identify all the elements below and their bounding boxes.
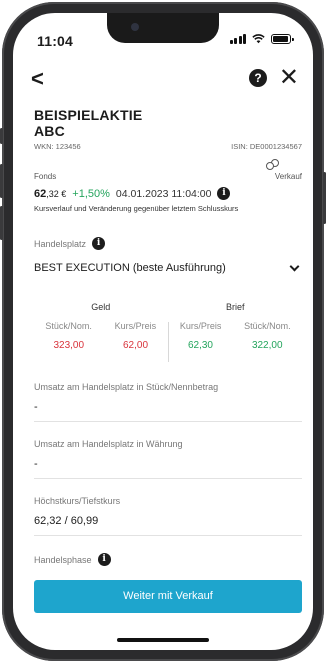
order-action-label: Verkauf [274, 172, 302, 181]
ask-price-header: Kurs/Preis [179, 321, 222, 331]
volume-units-field: Umsatz am Handelsplatz in Stück/Nennbetr… [34, 382, 302, 422]
volume-currency-field: Umsatz am Handelsplatz in Währung - [34, 439, 302, 479]
high-low-value: 62,32 / 60,99 [34, 515, 99, 527]
bid-qty: 323,00 [53, 340, 85, 351]
instrument-type: Fonds [34, 172, 57, 181]
volume-currency-label: Umsatz am Handelsplatz in Währung [34, 439, 183, 449]
bid-values: 323,00 62,00 [34, 340, 168, 351]
identifier-row: WKN: 123456 ISIN: DE0001234567 [34, 142, 302, 151]
ask-title: Brief [225, 302, 245, 312]
nav-bar: < ? ✕ [13, 65, 313, 95]
venue-info-icon[interactable]: i [92, 237, 106, 250]
instrument-name-line2: ABC [34, 123, 65, 139]
current-price: 62,32 € [34, 187, 67, 200]
volume-units-label: Umsatz am Handelsplatz in Stück/Nennbetr… [34, 382, 219, 392]
instrument-name: BEISPIELAKTIE ABC [34, 107, 302, 139]
wifi-icon [252, 34, 265, 44]
system-icons [229, 34, 294, 44]
venue-select[interactable]: BEST EXECUTION (beste Ausführung) [34, 261, 302, 280]
volume-currency-value: - [34, 458, 38, 470]
back-button[interactable]: < [31, 67, 44, 91]
continue-sell-button[interactable]: Weiter mit Verkauf [34, 580, 302, 613]
price-change: +1,50% [72, 187, 110, 200]
home-indicator[interactable] [117, 638, 209, 642]
ask-price: 62,30 [187, 340, 213, 351]
bid-price: 62,00 [123, 340, 149, 351]
ask-subheaders: Kurs/Preis Stück/Nom. [169, 321, 303, 331]
isin-label: ISIN: DE0001234567 [231, 142, 302, 151]
type-row: Fonds Verkauf [34, 159, 302, 181]
venue-header: Handelsplatz i [34, 237, 302, 250]
venue-selected-value: BEST EXECUTION (beste Ausführung) [34, 262, 226, 274]
price-row: 62,32 € +1,50% 04.01.2023 11:04:00 i [34, 187, 302, 200]
phone-frame: 11:04 < ? ✕ BEISPIELAKTIE ABC WKN: 12345… [0, 2, 326, 661]
ask-qty: 322,00 [251, 340, 283, 351]
close-button[interactable]: ✕ [279, 65, 299, 91]
price-timestamp: 04.01.2023 11:04:00 [115, 187, 212, 200]
phone-volume-up [0, 164, 3, 198]
battery-icon [271, 34, 294, 44]
help-icon[interactable]: ? [249, 69, 267, 87]
instrument-name-line1: BEISPIELAKTIE [34, 107, 143, 123]
volume-units-value: - [34, 401, 38, 413]
venue-label: Handelsplatz [34, 238, 87, 249]
bid-qty-header: Stück/Nom. [45, 321, 92, 331]
bid-price-header: Kurs/Preis [114, 321, 157, 331]
bid-column: Geld Stück/Nom. Kurs/Preis 323,00 62,00 [34, 302, 168, 362]
bid-subheaders: Stück/Nom. Kurs/Preis [34, 321, 168, 331]
high-low-label: Höchstkurs/Tiefstkurs [34, 496, 121, 506]
ask-values: 62,30 322,00 [169, 340, 303, 351]
price-note: Kursverlauf und Veränderung gegenüber le… [34, 204, 239, 213]
ask-qty-header: Stück/Nom. [244, 321, 291, 331]
bid-title: Geld [91, 302, 111, 312]
instrument-detail: BEISPIELAKTIE ABC WKN: 123456 ISIN: DE00… [34, 107, 302, 566]
phone-volume-down [0, 206, 3, 240]
status-bar: 11:04 [13, 13, 313, 57]
status-time: 11:04 [37, 33, 74, 49]
wkn-label: WKN: 123456 [34, 142, 81, 151]
coins-icon [266, 159, 280, 171]
screen: 11:04 < ? ✕ BEISPIELAKTIE ABC WKN: 12345… [13, 13, 313, 650]
phone-mute-switch [0, 128, 3, 144]
info-icon[interactable]: i [217, 187, 231, 200]
signal-icon [229, 34, 246, 44]
quote-panel: Geld Stück/Nom. Kurs/Preis 323,00 62,00 … [34, 302, 302, 362]
ask-column: Brief Kurs/Preis Stück/Nom. 62,30 322,00 [169, 302, 303, 362]
chevron-down-icon [289, 261, 300, 271]
phase-info-icon[interactable]: i [97, 553, 111, 566]
high-low-field: Höchstkurs/Tiefstkurs 62,32 / 60,99 [34, 496, 302, 536]
trading-phase: Handelsphase i [34, 553, 302, 566]
order-action: Verkauf [266, 159, 302, 181]
trading-phase-label: Handelsphase [34, 554, 92, 565]
